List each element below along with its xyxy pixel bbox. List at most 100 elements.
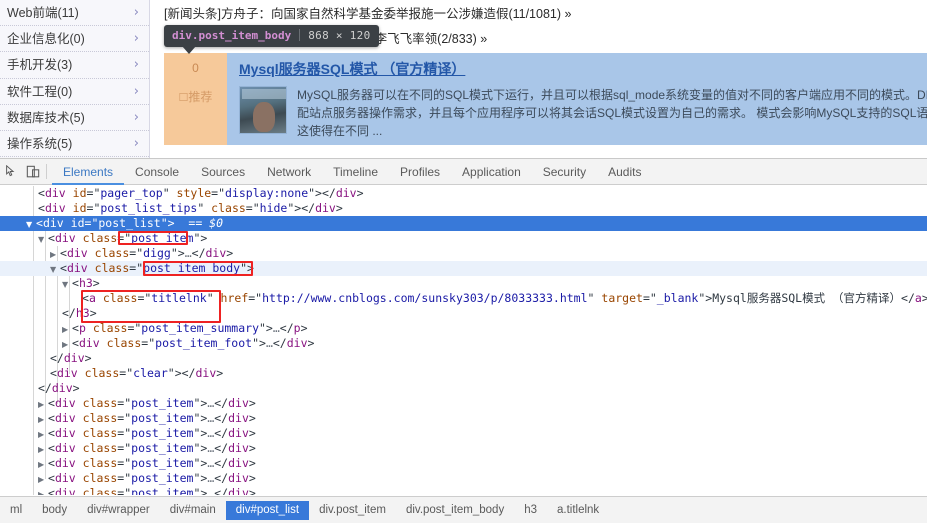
tab-timeline[interactable]: Timeline (322, 159, 389, 185)
toggle-device-toolbar-icon[interactable] (22, 159, 44, 185)
breadcrumb-main[interactable]: div#main (160, 501, 226, 520)
breadcrumb-wrapper[interactable]: div#wrapper (77, 501, 160, 520)
dom-tag: div (228, 486, 249, 495)
collapse-triangle-icon[interactable]: ▶ (38, 412, 48, 427)
collapse-triangle-icon[interactable]: ▶ (38, 487, 48, 495)
dom-attr: class (94, 246, 130, 260)
dom-row-post-item-foot[interactable]: ▶ <div class="post_item_foot">…</div> (0, 336, 927, 351)
dom-row-post-item-collapsed[interactable]: ▶ <div class="post_item">…</div> (0, 441, 927, 456)
news-headline-1[interactable]: [新闻头条]方舟子：向国家自然科学基金委举报施一公涉嫌造假(11/1081) » (164, 3, 571, 22)
breadcrumb-post-item-body[interactable]: div.post_item_body (396, 501, 514, 520)
punct: < (36, 216, 43, 230)
chevron-right-icon: › (133, 31, 139, 47)
punct: < (72, 336, 79, 350)
tab-elements[interactable]: Elements (52, 159, 125, 185)
breadcrumb-h3[interactable]: h3 (514, 501, 547, 520)
dom-tree[interactable]: <div id="pager_top" style="display:none"… (0, 186, 927, 495)
tab-application[interactable]: Application (451, 159, 532, 185)
tab-audits[interactable]: Audits (597, 159, 652, 185)
collapse-triangle-icon[interactable]: ▶ (38, 397, 48, 412)
dom-row-post-item-collapsed[interactable]: ▶ <div class="post_item">…</div> (0, 396, 927, 411)
dom-row-clear[interactable]: <div class="clear"></div> (0, 366, 927, 381)
dom-row-post-item-summary[interactable]: ▶ <p class="post_item_summary">…</p> (0, 321, 927, 336)
dom-breadcrumb-bar[interactable]: ml body div#wrapper div#main div#post_li… (0, 496, 927, 523)
punct: " (197, 201, 212, 215)
dom-row-post-item-body[interactable]: ▼ <div class="post_item_body"> (0, 261, 927, 276)
dom-tag: div (56, 366, 78, 380)
highlighted-post-item[interactable]: 0 ☐推荐 Mysql服务器SQL模式 （官方精译） MySQL服务器可以在不同… (164, 53, 927, 145)
post-title-link[interactable]: Mysql服务器SQL模式 （官方精译） (239, 59, 465, 79)
chevron-right-icon: › (133, 109, 139, 125)
tab-console[interactable]: Console (124, 159, 190, 185)
dom-row-pager-top[interactable]: <div id="pager_top" style="display:none"… (0, 186, 927, 201)
dom-row-post-item-collapsed[interactable]: ▶ <div class="post_item">…</div> (0, 456, 927, 471)
punct (88, 246, 95, 260)
dom-row-h3-close[interactable]: </h3> (0, 306, 927, 321)
dom-row-post-item-close[interactable]: </div> (0, 381, 927, 396)
punct: > (248, 456, 256, 470)
dom-row-post-list-selected[interactable]: ▼ <div id="post_list"> == $0 (0, 216, 927, 231)
dom-row-h3-open[interactable]: ▼ <h3> (0, 276, 927, 291)
breadcrumb-post-item[interactable]: div.post_item (309, 501, 396, 520)
toolbar-divider (46, 164, 47, 179)
sidebar-item-software-engineering[interactable]: 软件工程(0) › (0, 78, 149, 105)
expand-triangle-icon[interactable]: ▼ (50, 262, 60, 277)
dom-row-post-item-body-close[interactable]: </div> (0, 351, 927, 366)
browser-viewport: Web前端(11) › 企业信息化(0) › 手机开发(3) › 软件工程(0)… (0, 0, 927, 158)
sidebar-item-web-frontend[interactable]: Web前端(11) › (0, 0, 149, 27)
collapse-triangle-icon[interactable]: ▶ (38, 472, 48, 487)
dom-attr: id (72, 201, 87, 215)
digg-box[interactable]: 0 ☐推荐 (164, 53, 227, 145)
collapse-triangle-icon[interactable]: ▶ (62, 337, 72, 352)
sidebar-item-enterprise-it[interactable]: 企业信息化(0) › (0, 26, 149, 53)
dom-value: post_item_foot (155, 336, 253, 350)
punct: =" (117, 486, 132, 495)
punct: < (48, 441, 55, 455)
punct: > (921, 291, 927, 305)
breadcrumb-titlelnk[interactable]: a.titlelnk (547, 501, 609, 520)
dom-row-post-list-tips[interactable]: <div id="post_list_tips" class="hide"></… (0, 201, 927, 216)
sidebar-item-database-tech[interactable]: 数据库技术(5) › (0, 104, 149, 131)
inspect-element-icon[interactable] (0, 159, 22, 185)
dom-attr: class (82, 396, 118, 410)
collapse-triangle-icon[interactable]: ▶ (38, 427, 48, 442)
dom-tag: div (335, 186, 357, 200)
tab-profiles[interactable]: Profiles (389, 159, 451, 185)
devtools-toolbar: Elements Console Sources Network Timelin… (0, 159, 927, 185)
dom-row-post-item-collapsed[interactable]: ▶ <div class="post_item">…</div> (0, 486, 927, 495)
collapse-triangle-icon[interactable]: ▶ (62, 322, 72, 337)
dom-row-digg[interactable]: ▶ <div class="digg">…</div> (0, 246, 927, 261)
tab-security[interactable]: Security (532, 159, 597, 185)
dom-tag: div (195, 366, 217, 380)
thumbs-up-icon: ☐ (178, 91, 189, 104)
breadcrumb-post-list[interactable]: div#post_list (225, 500, 310, 520)
dom-row-post-item-collapsed[interactable]: ▶ <div class="post_item">…</div> (0, 471, 927, 486)
breadcrumb-body[interactable]: body (32, 501, 77, 520)
tab-sources[interactable]: Sources (190, 159, 256, 185)
expand-triangle-icon[interactable]: ▼ (38, 232, 48, 247)
collapse-triangle-icon[interactable]: ▶ (50, 247, 60, 262)
collapse-triangle-icon[interactable]: ▶ (38, 457, 48, 472)
dom-row-post-item-collapsed[interactable]: ▶ <div class="post_item">…</div> (0, 426, 927, 441)
expand-triangle-icon[interactable]: ▼ (62, 277, 72, 292)
breadcrumb-html[interactable]: ml (0, 501, 32, 520)
dom-row-post-item-collapsed[interactable]: ▶ <div class="post_item">…</div> (0, 411, 927, 426)
collapse-triangle-icon[interactable]: ▶ (38, 442, 48, 457)
punct: "> (252, 336, 266, 350)
digg-label[interactable]: ☐推荐 (164, 88, 227, 105)
punct: < (48, 231, 55, 245)
sidebar-item-mobile-dev[interactable]: 手机开发(3) › (0, 52, 149, 79)
expand-triangle-icon[interactable]: ▼ (26, 217, 36, 232)
author-avatar[interactable] (239, 86, 287, 134)
punct: > (216, 366, 224, 380)
chevron-right-icon: › (133, 83, 139, 99)
tab-network[interactable]: Network (256, 159, 322, 185)
sidebar-item-operating-systems[interactable]: 操作系统(5) › (0, 130, 149, 158)
dom-row-titlelnk-anchor[interactable]: <a class="titlelnk" href="http://www.cnb… (0, 291, 927, 306)
dom-tag: div (54, 441, 76, 455)
punct: =" (129, 261, 144, 275)
dom-row-post-item-expanded[interactable]: ▼ <div class="post_item"> (0, 231, 927, 246)
punct: </ (272, 336, 287, 350)
category-sidebar: Web前端(11) › 企业信息化(0) › 手机开发(3) › 软件工程(0)… (0, 0, 150, 158)
punct (76, 231, 83, 245)
